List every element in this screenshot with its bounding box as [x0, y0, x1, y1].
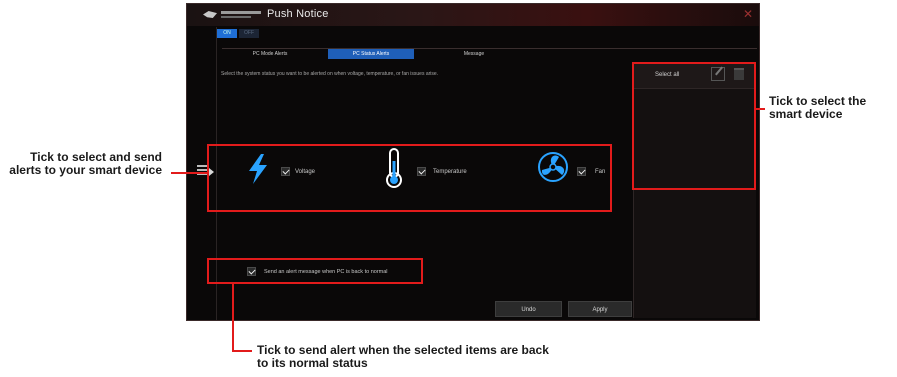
- bottom-callout-vline: [232, 284, 234, 352]
- undo-button[interactable]: Undo: [495, 301, 562, 317]
- toggle-on[interactable]: ON: [217, 29, 237, 38]
- right-callout-text: Tick to select the smart device: [769, 94, 867, 121]
- tab-message[interactable]: Message: [431, 49, 517, 59]
- resume-alert-highlight: [207, 258, 423, 284]
- list-menu-icon[interactable]: [197, 165, 207, 177]
- left-callout-line: [171, 172, 207, 174]
- title-bar: Push Notice ✕: [187, 4, 759, 26]
- device-list-highlight: [632, 62, 756, 190]
- left-callout-text: Tick to select and send alerts to your s…: [9, 150, 162, 177]
- bottom-callout-hline: [232, 350, 252, 352]
- toggle-off[interactable]: OFF: [239, 29, 259, 38]
- apply-button[interactable]: Apply: [568, 301, 632, 317]
- description-text: Select the system status you want to be …: [221, 71, 439, 77]
- tab-pc-mode-alerts[interactable]: PC Mode Alerts: [227, 49, 313, 59]
- tab-pc-status-alerts[interactable]: PC Status Alerts: [328, 49, 414, 59]
- rog-logo: [203, 10, 261, 20]
- close-icon[interactable]: ✕: [743, 7, 753, 21]
- right-callout-line: [756, 108, 765, 110]
- on-off-toggle[interactable]: ON OFF: [217, 29, 259, 38]
- status-items-highlight: [207, 144, 612, 212]
- window-title: Push Notice: [267, 8, 329, 20]
- bottom-callout-text: Tick to send alert when the selected ite…: [257, 343, 549, 370]
